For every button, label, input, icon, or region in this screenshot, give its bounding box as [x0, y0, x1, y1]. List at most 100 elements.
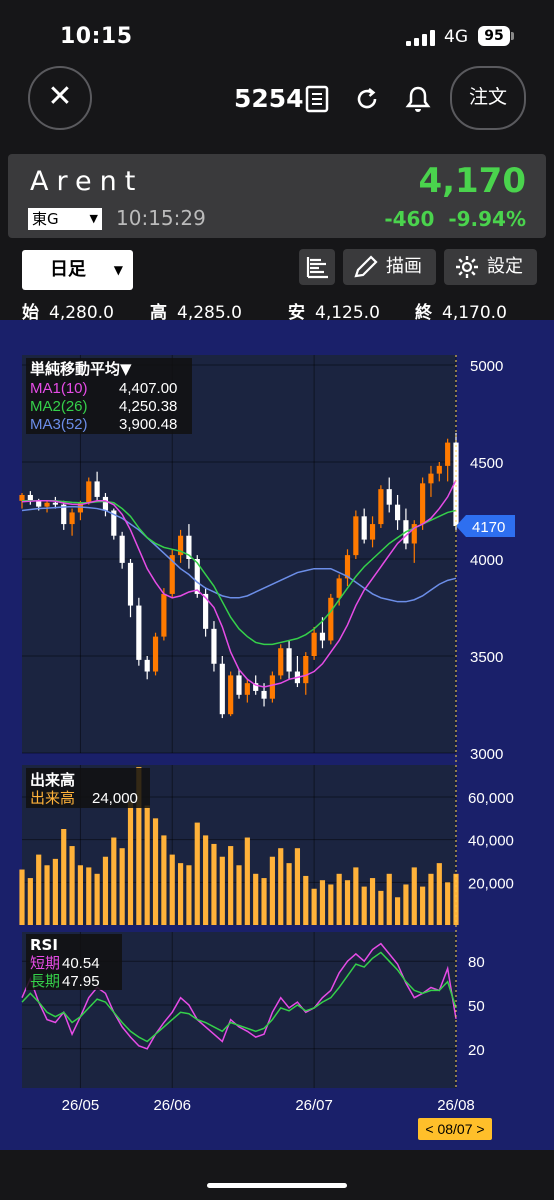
volume-bar [211, 843, 217, 925]
candle-body [269, 675, 275, 699]
volume-bar [94, 873, 100, 925]
x-tick-label: 26/08 [437, 1097, 475, 1114]
volume-bar [344, 880, 351, 925]
volume-title: 出来高 [30, 771, 75, 789]
draw-button[interactable]: 描画 [343, 249, 436, 285]
draw-label: 描画 [386, 256, 422, 277]
volume-bar [369, 878, 376, 925]
volume-bar [403, 884, 409, 925]
settings-button[interactable]: 設定 [444, 249, 537, 285]
volume-bar [111, 837, 117, 925]
status-time: 10:15 [60, 24, 133, 49]
candle-body [278, 648, 284, 676]
close-button[interactable]: ✕ [28, 66, 92, 130]
market-label: 東G [32, 210, 59, 228]
volume-bar [152, 818, 159, 925]
candle-body [378, 489, 384, 525]
settings-label: 設定 [487, 256, 523, 277]
volume-bar [169, 854, 175, 925]
volume-axis-label: 40,000 [468, 833, 514, 850]
candle-body [353, 516, 359, 556]
volume-bar [36, 854, 42, 925]
volume-bar [353, 867, 359, 925]
volume-bar [77, 865, 84, 925]
candle-body [219, 663, 225, 715]
volume-bar [19, 869, 25, 925]
price-axis-label: 5000 [470, 358, 503, 375]
indicator-button[interactable] [299, 249, 335, 285]
price-change: -460 -9.94% [330, 207, 526, 231]
candle-body [136, 605, 142, 660]
bell-icon[interactable] [405, 85, 431, 117]
period-select[interactable]: 日足 ▼ [22, 250, 133, 290]
pencil-icon [353, 255, 379, 292]
candle-body [303, 656, 309, 684]
battery-tip [511, 32, 514, 40]
chart-area[interactable]: 26/05 26/06 26/07 26/08 3000 3500 4000 4500 5000… [0, 320, 554, 1150]
volume-legend-value: 24,000 [92, 790, 138, 807]
volume-bar [386, 873, 392, 925]
rsi-axis-label: 20 [468, 1042, 485, 1059]
ma-legend-label: MA1(10) [30, 380, 88, 397]
volume-bar [378, 890, 384, 925]
triangle-down-icon: ▼ [89, 212, 98, 225]
ma-legend-label: MA2(26) [30, 398, 88, 415]
volume-bar [177, 863, 184, 925]
rsi-axis-label: 80 [468, 954, 485, 971]
volume-bar [278, 848, 284, 925]
chart-svg[interactable]: 26/05 26/06 26/07 26/08 3000 3500 4000 4500 5000… [0, 320, 554, 1150]
candle-body [94, 481, 100, 497]
memo-icon[interactable] [305, 85, 329, 117]
change-value: -460 [384, 207, 435, 231]
ma-legend-value: 4,250.38 [119, 398, 177, 415]
stock-code: 5254 [234, 84, 304, 113]
volume-bar [236, 865, 242, 925]
candle-body [211, 628, 217, 664]
rsi-legend-label: 長期 [30, 972, 60, 990]
rsi-legend-value: 40.54 [62, 955, 100, 972]
volume-bar [420, 886, 426, 925]
volume-bar [328, 884, 334, 925]
rsi-title: RSI [30, 936, 58, 954]
candle-body [27, 494, 33, 501]
volume-bar [286, 863, 292, 925]
candle-body [261, 690, 267, 699]
refresh-icon[interactable] [354, 86, 380, 116]
candle-body [127, 562, 134, 606]
candle-body [311, 632, 317, 656]
volume-bar [228, 846, 234, 925]
volume-bar [294, 848, 301, 925]
quote-time: 10:15:29 [116, 206, 206, 230]
ma-legend-value: 3,900.48 [119, 416, 177, 433]
price-axis-label: 4000 [470, 552, 503, 569]
candle-body [244, 683, 250, 695]
candle-body [420, 483, 426, 525]
volume-bar [303, 875, 309, 925]
candle-body [152, 636, 159, 672]
volume-bar [445, 882, 451, 925]
candle-body [52, 502, 58, 505]
volume-bar [27, 878, 33, 925]
period-label: 日足 [50, 259, 86, 280]
market-select[interactable]: 東G ▼ [28, 208, 102, 230]
candle-body [428, 473, 434, 484]
x-tick-label: 26/07 [295, 1097, 333, 1114]
candle-body [361, 516, 367, 540]
volume-bar [261, 878, 267, 925]
current-price: 4,170 [418, 161, 526, 201]
candle-body [436, 465, 442, 474]
cursor-date-label: < 08/07 > [425, 1121, 484, 1137]
candle-body [328, 597, 334, 641]
volume-bar [394, 897, 401, 925]
close-icon: ✕ [47, 79, 73, 114]
volume-bar [194, 822, 200, 925]
volume-bar [311, 888, 317, 925]
volume-bar [44, 865, 50, 925]
volume-bar [219, 856, 225, 925]
x-tick-label: 26/06 [153, 1097, 191, 1114]
rsi-legend-value: 47.95 [62, 973, 100, 990]
price-axis-label: 3500 [470, 649, 503, 666]
home-indicator[interactable] [207, 1183, 347, 1188]
candle-body [319, 632, 326, 641]
order-button[interactable]: 注文 [450, 66, 526, 130]
